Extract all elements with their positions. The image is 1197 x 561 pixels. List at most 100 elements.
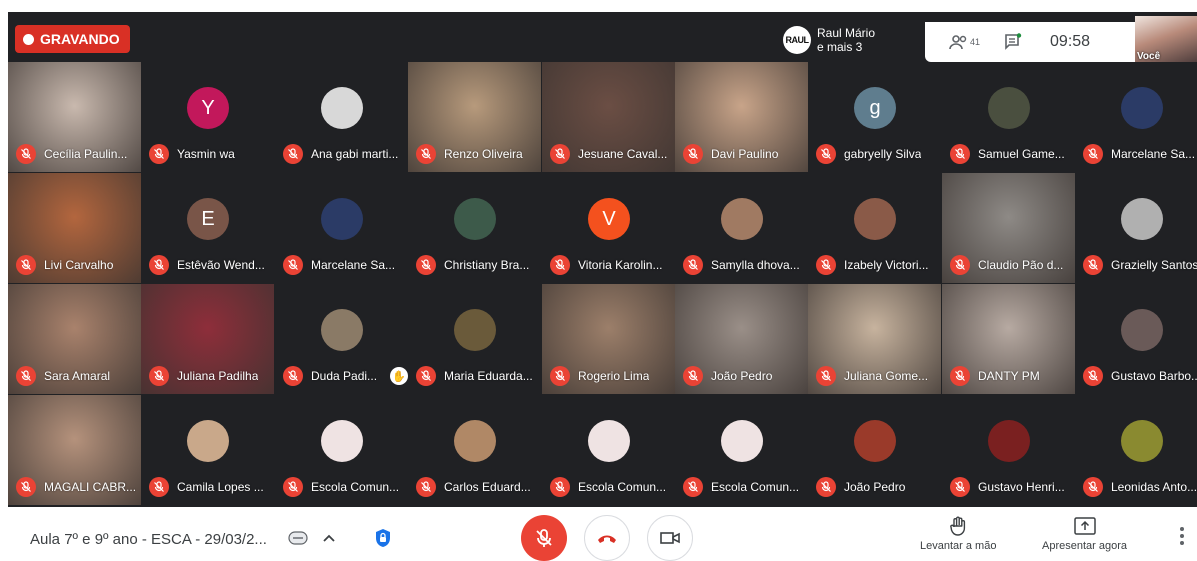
presenter-avatar: RAUL <box>783 26 811 54</box>
participant-name: Gustavo Henri... <box>978 480 1065 494</box>
mic-off-icon <box>416 366 436 386</box>
participant-tile[interactable]: Davi Paulino <box>675 62 808 172</box>
presenter-info[interactable]: RAUL Raul Mário e mais 3 <box>783 26 875 54</box>
participant-name: João Pedro <box>711 369 773 383</box>
mic-off-icon <box>950 255 970 275</box>
participant-label: Grazielly Santos <box>1083 255 1197 275</box>
participant-label: Estêvão Wend... <box>149 255 272 275</box>
participant-name: Duda Padi... <box>311 369 378 383</box>
participant-avatar <box>454 420 496 462</box>
participant-tile[interactable]: E Estêvão Wend... <box>141 173 274 283</box>
participant-label: João Pedro <box>816 477 939 497</box>
end-call-button[interactable] <box>584 515 630 561</box>
participant-tile[interactable]: Ana gabi marti... <box>275 62 408 172</box>
participant-name: Marcelane Sa... <box>1111 147 1196 161</box>
participant-tile[interactable]: DANTY PM <box>942 284 1075 394</box>
participant-tile[interactable]: Samuel Game... <box>942 62 1075 172</box>
participant-avatar: g <box>854 87 896 129</box>
participant-avatar <box>1121 198 1163 240</box>
mic-off-icon <box>950 477 970 497</box>
mic-off-icon <box>1083 477 1103 497</box>
present-now-button[interactable]: Apresentar agora <box>1042 515 1127 552</box>
participant-avatar <box>721 198 763 240</box>
participant-tile[interactable]: Marcelane Sa... <box>275 173 408 283</box>
mic-off-icon <box>550 144 570 164</box>
participant-tile[interactable]: Leonidas Anto... <box>1075 395 1197 505</box>
participant-name: Davi Paulino <box>711 147 779 161</box>
participant-name: João Pedro <box>844 480 906 494</box>
participant-name: Ana gabi marti... <box>311 147 399 161</box>
participant-tile[interactable]: João Pedro <box>808 395 941 505</box>
participant-tile[interactable]: Juliana Padilha <box>141 284 274 394</box>
participant-label: Vitoria Karolin... <box>550 255 673 275</box>
participant-tile[interactable]: Renzo Oliveira <box>408 62 541 172</box>
chevron-up-button[interactable] <box>320 529 338 547</box>
mic-off-icon <box>536 529 552 547</box>
participant-tile[interactable]: Escola Comun... <box>542 395 675 505</box>
participant-tile[interactable]: Escola Comun... <box>275 395 408 505</box>
participant-label: Marcelane Sa... <box>1083 144 1197 164</box>
participant-grid: Cecília Paulin... Y Yasmin wa Ana gabi mart… <box>8 62 1197 507</box>
people-button[interactable]: 41 <box>949 34 980 50</box>
participant-tile[interactable]: Marcelane Sa... <box>1075 62 1197 172</box>
chat-button[interactable] <box>1004 33 1022 51</box>
participant-name: Maria Eduarda... <box>444 369 533 383</box>
participant-avatar <box>854 198 896 240</box>
participant-tile[interactable]: Juliana Gome... <box>808 284 941 394</box>
participant-label: Camila Lopes ... <box>149 477 272 497</box>
participant-tile[interactable]: Y Yasmin wa <box>141 62 274 172</box>
participant-tile[interactable]: Claudio Pão d... <box>942 173 1075 283</box>
participant-avatar <box>454 198 496 240</box>
captions-button[interactable] <box>287 529 309 547</box>
participant-label: Duda Padi... <box>283 366 406 386</box>
participant-tile[interactable]: Carlos Eduard... <box>408 395 541 505</box>
self-view[interactable]: Você <box>1135 16 1197 64</box>
participant-tile[interactable]: Jesuane Caval... <box>542 62 675 172</box>
participant-label: Sara Amaral <box>16 366 139 386</box>
participant-tile[interactable]: Maria Eduarda... <box>408 284 541 394</box>
top-bar: GRAVANDO RAUL Raul Mário e mais 3 41 09:… <box>8 12 1197 64</box>
participant-tile[interactable]: Samylla dhova... <box>675 173 808 283</box>
participant-tile[interactable]: Gustavo Henri... <box>942 395 1075 505</box>
participant-label: Marcelane Sa... <box>283 255 406 275</box>
participant-tile[interactable]: Rogerio Lima <box>542 284 675 394</box>
mic-off-icon <box>283 477 303 497</box>
participant-name: Escola Comun... <box>711 480 800 494</box>
participant-tile[interactable]: Gustavo Barbo... <box>1075 284 1197 394</box>
security-button[interactable] <box>373 527 393 549</box>
participant-tile[interactable]: João Pedro <box>675 284 808 394</box>
raise-hand-button[interactable]: Levantar a mão <box>920 515 996 552</box>
participant-name: Gustavo Barbo... <box>1111 369 1197 383</box>
participant-tile[interactable]: g gabryelly Silva <box>808 62 941 172</box>
participant-tile[interactable]: Christiany Bra... <box>408 173 541 283</box>
participant-tile[interactable]: Grazielly Santos <box>1075 173 1197 283</box>
participant-tile[interactable]: Cecília Paulin... <box>8 62 141 172</box>
participant-name: Leonidas Anto... <box>1111 480 1197 494</box>
participant-tile[interactable]: Duda Padi... ✋ <box>275 284 408 394</box>
meeting-title[interactable]: Aula 7º e 9º ano - ESCA - 29/03/2... <box>30 531 267 548</box>
participant-avatar <box>454 309 496 351</box>
more-options-button[interactable] <box>1172 521 1192 551</box>
participant-tile[interactable]: Sara Amaral <box>8 284 141 394</box>
participant-label: Escola Comun... <box>283 477 406 497</box>
participant-tile[interactable]: V Vitoria Karolin... <box>542 173 675 283</box>
participant-tile[interactable]: MAGALI CABR... <box>8 395 141 505</box>
participant-tile[interactable]: Izabely Victori... <box>808 173 941 283</box>
participant-avatar <box>321 198 363 240</box>
raise-hand-label: Levantar a mão <box>920 540 997 552</box>
participant-label: Samylla dhova... <box>683 255 806 275</box>
participant-name: Jesuane Caval... <box>578 147 668 161</box>
participant-avatar: V <box>588 198 630 240</box>
participant-name: Estêvão Wend... <box>177 258 265 272</box>
participant-tile[interactable]: Camila Lopes ... <box>141 395 274 505</box>
mic-off-icon <box>416 255 436 275</box>
participant-tile[interactable]: Livi Carvalho <box>8 173 141 283</box>
mic-off-icon <box>16 255 36 275</box>
participant-label: MAGALI CABR... <box>16 477 139 497</box>
camera-toggle-button[interactable] <box>647 515 693 561</box>
recording-badge[interactable]: GRAVANDO <box>15 25 130 53</box>
participant-label: Jesuane Caval... <box>550 144 673 164</box>
mic-toggle-button[interactable] <box>521 515 567 561</box>
participant-name: Claudio Pão d... <box>978 258 1064 272</box>
participant-tile[interactable]: Escola Comun... <box>675 395 808 505</box>
